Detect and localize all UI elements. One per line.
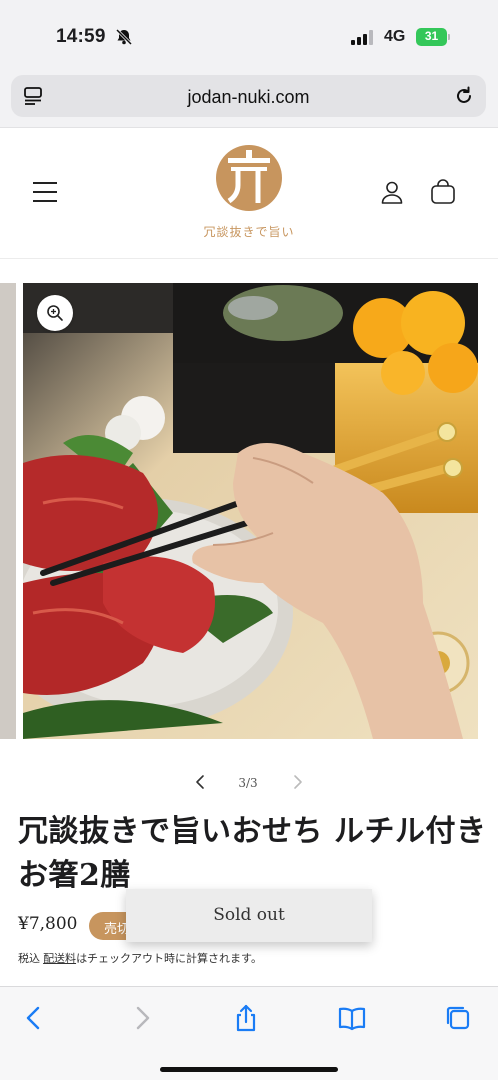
slider-navigation: 3/3 (0, 770, 498, 796)
network-type: 4G (384, 28, 406, 45)
product-photo[interactable] (23, 283, 478, 739)
tabs-icon[interactable] (443, 1003, 473, 1033)
status-bar: 14:59 4G 31 (0, 0, 498, 70)
tax-note: 税込 配送料はチェックアウト時に計算されます。 (18, 950, 262, 966)
home-indicator (160, 1067, 338, 1072)
previous-slide-peek (0, 283, 16, 739)
sold-out-toast: Sold out (126, 889, 372, 942)
bookmarks-icon[interactable] (337, 1003, 367, 1033)
tax-suffix: はチェックアウト時に計算されます。 (76, 953, 262, 965)
shipping-link[interactable]: 配送料 (43, 953, 76, 965)
slider-next-icon[interactable] (290, 772, 306, 792)
cellular-signal-icon (351, 30, 373, 45)
slider-prev-icon[interactable] (192, 772, 208, 792)
url-text[interactable]: jodan-nuki.com (11, 87, 486, 108)
account-icon[interactable] (380, 180, 404, 204)
forward-icon[interactable] (127, 1003, 157, 1033)
hamburger-menu-icon[interactable] (33, 182, 57, 202)
battery-level: 31 (424, 29, 439, 43)
cart-icon[interactable] (430, 179, 456, 205)
zoom-button[interactable] (37, 295, 73, 331)
back-icon[interactable] (19, 1003, 49, 1033)
address-bar[interactable]: jodan-nuki.com (11, 75, 486, 117)
logo-glyph-icon (227, 150, 270, 204)
product-price: ¥7,800 (18, 914, 78, 934)
slider-counter: 3/3 (238, 776, 258, 790)
product-photo-illustration (23, 283, 478, 739)
bell-slash-icon (115, 29, 133, 45)
battery-icon: 31 (416, 27, 450, 47)
product-gallery[interactable] (0, 283, 498, 739)
site-header: 冗談抜きで旨い (0, 128, 498, 259)
browser-address-area: jodan-nuki.com (0, 70, 498, 128)
product-title: 冗談抜きで旨いおせち ルチル付きお箸2膳 (18, 814, 487, 893)
reload-icon[interactable] (453, 85, 475, 107)
share-icon[interactable] (231, 1003, 261, 1033)
brand-logo[interactable] (216, 145, 282, 211)
browser-toolbar (0, 986, 498, 1080)
tax-prefix: 税込 (18, 953, 40, 965)
status-time: 14:59 (56, 26, 106, 47)
zoom-in-icon (47, 305, 63, 321)
brand-logo-text[interactable]: 冗談抜きで旨い (0, 223, 498, 240)
